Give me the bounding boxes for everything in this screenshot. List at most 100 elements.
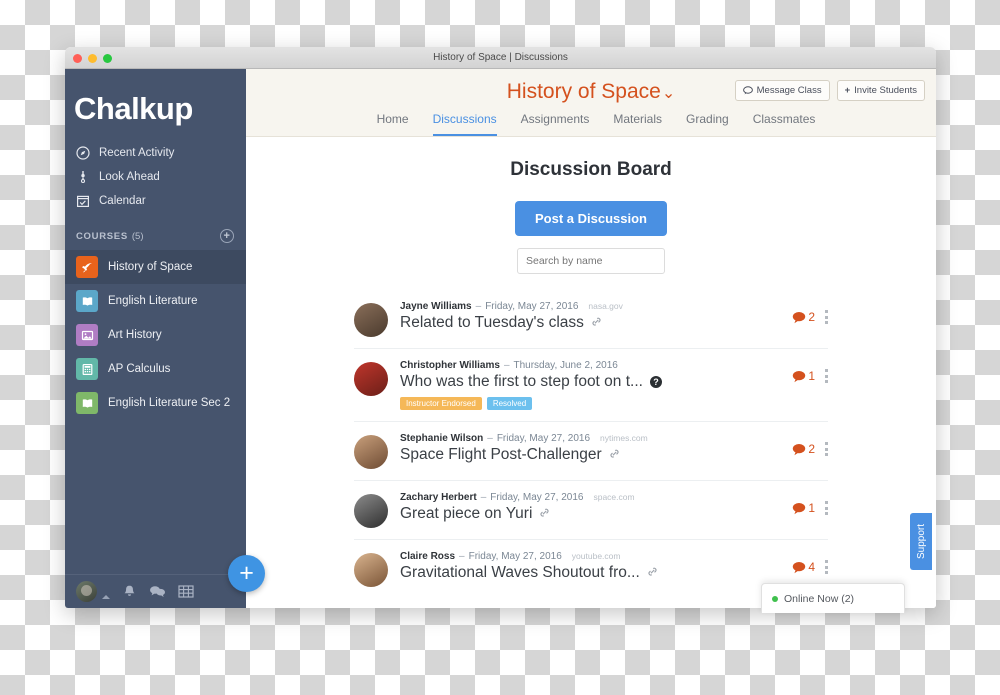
sidebar-course-art-history[interactable]: Art History bbox=[65, 318, 246, 352]
discussion-date: Friday, May 27, 2016 bbox=[485, 301, 579, 312]
post-discussion-button[interactable]: Post a Discussion bbox=[515, 201, 667, 236]
discussion-body: Stephanie Wilson – Friday, May 27, 2016 nyt… bbox=[388, 433, 792, 464]
sidebar-course-english-literature[interactable]: English Literature bbox=[65, 284, 246, 318]
grid-icon[interactable] bbox=[178, 584, 194, 599]
window-controls[interactable] bbox=[73, 54, 112, 63]
status-badge: Instructor Endorsed bbox=[400, 397, 482, 410]
calculator-icon bbox=[76, 358, 98, 380]
support-tab[interactable]: Support bbox=[910, 513, 932, 570]
tab-discussions[interactable]: Discussions bbox=[432, 112, 497, 136]
tab-materials[interactable]: Materials bbox=[613, 112, 662, 136]
bell-icon[interactable] bbox=[122, 584, 137, 599]
comment-count[interactable]: 2 bbox=[792, 442, 815, 456]
comment-count-value: 2 bbox=[808, 310, 815, 324]
discussion-title: Space Flight Post-Challenger bbox=[400, 446, 602, 463]
discussion-actions: 1 bbox=[792, 360, 828, 383]
link-icon bbox=[647, 566, 658, 580]
sidebar-item-recent-activity[interactable]: Recent Activity bbox=[65, 141, 246, 165]
online-now-popup[interactable]: Online Now (2) bbox=[761, 583, 905, 613]
avatar bbox=[354, 303, 388, 337]
plus-icon: + bbox=[844, 85, 851, 96]
window-title: History of Space | Discussions bbox=[433, 52, 568, 63]
sidebar: Chalkup Recent Activity Look Ahead Calen… bbox=[65, 69, 246, 608]
brand-logo: Chalkup bbox=[74, 91, 193, 126]
comment-count[interactable]: 1 bbox=[792, 369, 815, 383]
sidebar-course-english-literature-sec-2[interactable]: English Literature Sec 2 bbox=[65, 386, 246, 420]
chat-icon[interactable] bbox=[149, 584, 166, 599]
course-label: English Literature bbox=[108, 295, 198, 307]
sidebar-course-history-of-space[interactable]: History of Space bbox=[65, 250, 246, 284]
more-options-icon[interactable] bbox=[825, 369, 828, 383]
discussion-meta: Christopher Williams – Thursday, June 2, 2… bbox=[400, 360, 792, 371]
minimize-button[interactable] bbox=[88, 54, 97, 63]
discussion-author: Stephanie Wilson bbox=[400, 433, 484, 444]
maximize-button[interactable] bbox=[103, 54, 112, 63]
discussion-dash: – bbox=[475, 301, 482, 312]
search-input[interactable] bbox=[517, 248, 665, 274]
book-icon bbox=[76, 290, 98, 312]
discussion-title: Related to Tuesday's class bbox=[400, 314, 584, 331]
discussion-meta: Zachary Herbert – Friday, May 27, 2016 spac… bbox=[400, 492, 792, 503]
look-ahead-icon bbox=[76, 170, 90, 184]
discussion-actions: 2 bbox=[792, 433, 828, 456]
comment-count[interactable]: 2 bbox=[792, 310, 815, 324]
discussion-dash: – bbox=[503, 360, 510, 371]
avatar[interactable] bbox=[76, 581, 97, 602]
tab-assignments[interactable]: Assignments bbox=[521, 112, 590, 136]
more-options-icon[interactable] bbox=[825, 501, 828, 515]
status-badge: Resolved bbox=[486, 397, 533, 410]
discussion-dash: – bbox=[480, 492, 487, 503]
sidebar-item-label: Recent Activity bbox=[99, 147, 175, 159]
discussion-title-row: Space Flight Post-Challenger bbox=[400, 446, 792, 464]
sidebar-item-look-ahead[interactable]: Look Ahead bbox=[65, 165, 246, 189]
discussion-body: Claire Ross – Friday, May 27, 2016 youtube.… bbox=[388, 551, 792, 582]
link-icon bbox=[609, 448, 620, 462]
more-options-icon[interactable] bbox=[825, 310, 828, 324]
main-panel: History of Space⌄ Message Class + Invite… bbox=[246, 69, 936, 608]
chevron-up-icon[interactable] bbox=[102, 595, 110, 599]
online-now-label: Online Now (2) bbox=[784, 592, 855, 605]
calendar-icon bbox=[76, 194, 90, 208]
discussion-date: Friday, May 27, 2016 bbox=[490, 492, 584, 503]
discussion-author: Claire Ross bbox=[400, 551, 456, 562]
close-button[interactable] bbox=[73, 54, 82, 63]
discussion-row[interactable]: Christopher Williams – Thursday, June 2, 2… bbox=[354, 349, 828, 422]
header-actions: Message Class + Invite Students bbox=[734, 80, 925, 101]
sidebar-item-calendar[interactable]: Calendar bbox=[65, 189, 246, 213]
discussion-source: nasa.gov bbox=[588, 301, 623, 311]
tab-home[interactable]: Home bbox=[377, 112, 409, 136]
comment-icon bbox=[793, 311, 806, 323]
add-course-button[interactable]: + bbox=[220, 229, 234, 243]
message-class-button[interactable]: Message Class bbox=[734, 80, 830, 101]
online-status-dot bbox=[772, 595, 778, 602]
more-options-icon[interactable] bbox=[825, 442, 828, 456]
comment-count[interactable]: 4 bbox=[792, 560, 815, 574]
invite-students-button[interactable]: + Invite Students bbox=[836, 80, 925, 101]
search-container bbox=[246, 248, 936, 274]
question-icon: ? bbox=[649, 376, 662, 388]
discussion-row[interactable]: Jayne Williams – Friday, May 27, 2016 nasa.… bbox=[354, 290, 828, 349]
discussion-row[interactable]: Zachary Herbert – Friday, May 27, 2016 spac… bbox=[354, 481, 828, 540]
sidebar-item-label: Look Ahead bbox=[99, 171, 160, 183]
image-icon bbox=[76, 324, 98, 346]
more-options-icon[interactable] bbox=[825, 560, 828, 574]
discussion-dash: – bbox=[487, 433, 493, 444]
book-icon bbox=[76, 392, 98, 414]
discussion-row[interactable]: Stephanie Wilson – Friday, May 27, 2016 nyt… bbox=[354, 422, 828, 481]
tab-classmates[interactable]: Classmates bbox=[753, 112, 816, 136]
sidebar-course-ap-calculus[interactable]: AP Calculus bbox=[65, 352, 246, 386]
avatar bbox=[354, 553, 388, 587]
sidebar-bottom-bar bbox=[65, 574, 246, 608]
page-title: Discussion Board bbox=[510, 159, 672, 180]
tab-grading[interactable]: Grading bbox=[686, 112, 729, 136]
comment-icon bbox=[793, 561, 806, 573]
courses-label: COURSES bbox=[76, 230, 128, 242]
discussion-meta: Claire Ross – Friday, May 27, 2016 youtube.… bbox=[400, 551, 792, 562]
discussion-title-row: Gravitational Waves Shoutout fro... bbox=[400, 564, 792, 582]
message-class-label: Message Class bbox=[756, 85, 822, 96]
discussion-date: Thursday, June 2, 2016 bbox=[513, 360, 618, 371]
discussion-source: nytimes.com bbox=[600, 433, 648, 443]
discussion-row[interactable]: Claire Ross – Friday, May 27, 2016 youtube.… bbox=[354, 540, 828, 598]
comment-count[interactable]: 1 bbox=[792, 501, 815, 515]
create-button[interactable]: + bbox=[228, 555, 265, 592]
